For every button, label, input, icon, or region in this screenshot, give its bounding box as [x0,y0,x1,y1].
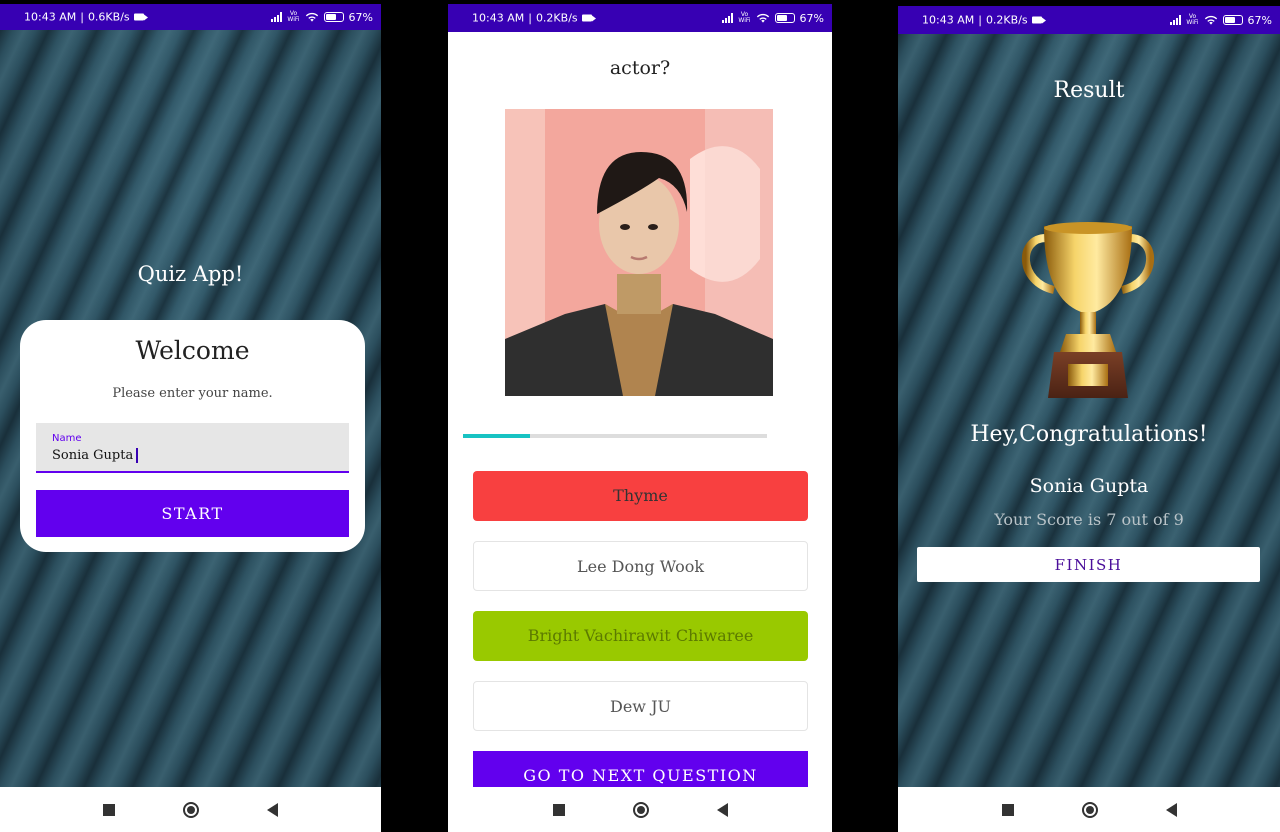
status-speed: 0.2KB/s [535,11,578,25]
nav-recents-icon[interactable] [552,803,565,816]
progress-fill [463,434,530,438]
wifi-icon [305,12,318,22]
status-time: 10:43 AM [922,13,975,27]
name-input[interactable]: Name Sonia Gupta [36,423,349,473]
result-score: Your Score is 7 out of 9 [994,510,1184,529]
nav-back-icon[interactable] [267,802,278,817]
wifi-icon [756,13,769,23]
result-screen: 10:43 AM | 0.2KB/s Vo WiFi 67% Result He… [898,0,1280,832]
nav-recents-icon[interactable] [1001,803,1014,816]
signal-icon [271,12,283,22]
battery-icon [323,12,344,22]
nav-home-icon[interactable] [632,801,649,818]
nav-bar [0,787,381,832]
nav-bar [448,787,832,832]
name-value: Sonia Gupta [52,448,134,463]
nav-back-icon[interactable] [716,802,728,817]
nav-bar [898,787,1280,832]
welcome-subtitle: Please enter your name. [112,386,273,401]
nav-recents-icon[interactable] [103,803,115,816]
welcome-title: Welcome [135,336,250,365]
welcome-card: Welcome Please enter your name. Name Son… [20,320,365,552]
signal-icon [722,13,734,23]
trophy-icon [1021,222,1155,398]
status-bar: 10:43 AM | 0.2KB/s Vo WiFi 67% [898,6,1280,34]
start-button[interactable]: START [36,490,349,537]
question-screen: actor? Thyme Lee Dong Wook Bright Vachir… [448,0,832,832]
option-2[interactable]: Lee Dong Wook [473,541,808,591]
wifi-icon [1204,15,1217,25]
congratulations-text: Hey,Congratulations! [970,422,1208,447]
question-text: actor? [609,57,671,79]
battery-icon [774,13,795,23]
video-camera-icon [581,14,596,22]
status-time: 10:43 AM [472,11,525,25]
battery-icon [1222,15,1243,25]
option-3[interactable]: Bright Vachirawit Chiwaree [473,611,808,661]
option-1[interactable]: Thyme [473,471,808,521]
name-label: Name [52,433,82,444]
question-image [505,109,773,396]
welcome-screen: 10:43 AM | 0.6KB/s Vo WiFi 67% Quiz App! … [0,0,381,832]
progress-bar [463,434,767,438]
battery-percent: 67% [1247,13,1272,27]
nav-back-icon[interactable] [1165,802,1177,817]
video-camera-icon [1031,16,1046,24]
battery-percent: 67% [348,10,373,24]
video-camera-icon [133,13,148,21]
status-speed: 0.2KB/s [985,13,1028,27]
nav-home-icon[interactable] [1081,801,1098,818]
finish-button[interactable]: FINISH [917,547,1260,582]
question-content: actor? Thyme Lee Dong Wook Bright Vachir… [448,32,832,799]
option-4[interactable]: Dew JU [473,681,808,731]
sand-background [898,34,1280,787]
app-title: Quiz App! [137,262,244,286]
vowifi-icon: Vo WiFi [1186,13,1199,26]
status-time: 10:43 AM [24,10,77,24]
status-bar: 10:43 AM | 0.2KB/s Vo WiFi 67% [448,4,832,32]
status-bar: 10:43 AM | 0.6KB/s Vo WiFi 67% [0,4,381,30]
result-name: Sonia Gupta [1029,475,1149,497]
nav-home-icon[interactable] [183,801,199,818]
status-speed: 0.6KB/s [87,10,130,24]
signal-icon [1170,15,1182,25]
text-caret [136,448,138,463]
vowifi-icon: Vo WiFi [738,11,751,24]
battery-percent: 67% [799,11,824,25]
vowifi-icon: Vo WiFi [287,10,300,23]
result-title: Result [1053,78,1125,103]
